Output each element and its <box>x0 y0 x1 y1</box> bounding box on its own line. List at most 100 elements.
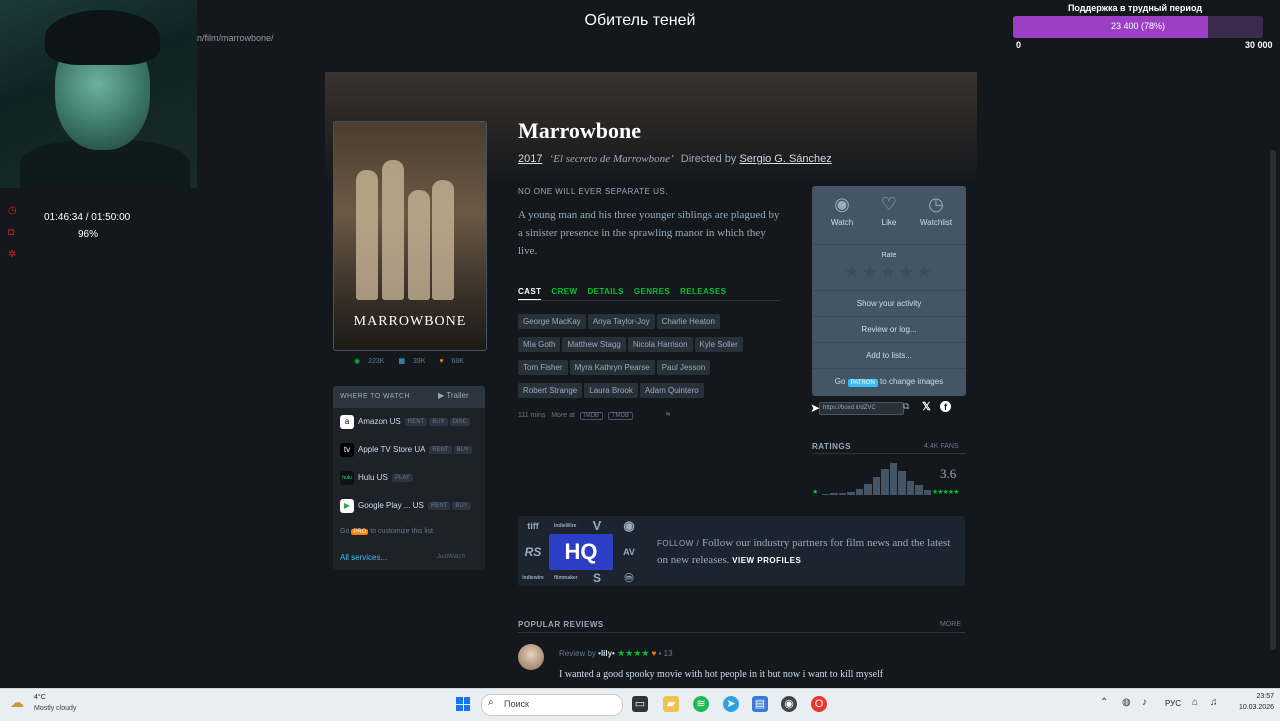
comment-icon: ▪ <box>658 649 662 658</box>
tray-chevron-icon[interactable]: ⌃ <box>1100 697 1108 708</box>
cast-member[interactable]: Tom Fisher <box>518 360 568 375</box>
task-view-icon[interactable]: ▭ <box>632 696 648 712</box>
weather-description[interactable]: Mostly cloudy <box>34 705 76 712</box>
service-tag[interactable]: RENT <box>429 446 452 454</box>
service-tag[interactable]: RENT <box>404 418 428 426</box>
copy-icon[interactable]: ⧉ <box>903 401 909 412</box>
microphone-icon[interactable]: ♪ <box>1142 697 1147 708</box>
review-author-link[interactable]: •lily• <box>598 649 615 658</box>
tmdb-link[interactable]: TMDB <box>607 412 633 420</box>
histogram-bar[interactable] <box>830 493 838 495</box>
language-indicator[interactable]: РУС <box>1165 699 1181 708</box>
director-link[interactable]: Sergio G. Sánchez <box>739 153 831 165</box>
watchlist-button[interactable]: ◷ Watchlist <box>912 194 960 227</box>
cast-member[interactable]: Nicola Harrison <box>627 337 693 352</box>
tab-details[interactable]: DETAILS <box>587 287 623 296</box>
histogram-bar[interactable] <box>881 469 889 495</box>
weather-temperature[interactable]: 4°C <box>34 694 46 701</box>
service-row-apple-tv[interactable]: tv Apple TV Store UA RENT BUY <box>340 443 480 457</box>
service-row-hulu[interactable]: hulu Hulu US PLAY <box>340 471 480 485</box>
pro-badge[interactable]: PRO <box>351 529 369 535</box>
cast-member[interactable]: Matthew Stagg <box>562 337 626 352</box>
app-icon[interactable]: ▤ <box>752 696 768 712</box>
x-share-icon[interactable]: 𝕏 <box>922 400 931 413</box>
likes-stat[interactable]: ♥ 68K <box>436 358 467 365</box>
avatar[interactable] <box>518 644 544 670</box>
spotify-icon[interactable]: ≋ <box>693 696 709 712</box>
film-poster[interactable]: MARROWBONE <box>333 121 487 351</box>
histogram-bar[interactable] <box>906 480 915 495</box>
tab-cast[interactable]: CAST <box>518 287 542 300</box>
cast-member[interactable]: Charlie Heaton <box>656 314 720 329</box>
cast-member[interactable]: Mia Goth <box>518 337 561 352</box>
watched-stat[interactable]: ◉ 223K <box>351 358 387 365</box>
histogram-bar[interactable] <box>923 490 931 495</box>
like-button[interactable]: ♡ Like <box>865 194 913 227</box>
wifi-icon[interactable]: ⌂ <box>1192 697 1198 708</box>
clock-date[interactable]: 10.03.2026 <box>1230 704 1274 711</box>
patron-badge[interactable]: PATRON <box>847 379 878 387</box>
ratings-fans[interactable]: 4.4K FANS <box>924 443 959 450</box>
obs-icon[interactable]: ◉ <box>781 696 797 712</box>
share-url-field[interactable]: https://boxd.it/dZVC <box>819 402 904 415</box>
cast-member[interactable]: Kyle Soller <box>694 337 743 352</box>
service-tag[interactable]: DISC <box>449 418 470 426</box>
histogram-bar[interactable] <box>855 488 864 495</box>
clock-time[interactable]: 23:57 <box>1248 693 1274 700</box>
tab-genres[interactable]: GENRES <box>634 287 670 296</box>
partners-description: Follow our industry partners for film ne… <box>657 537 951 566</box>
add-to-lists-button[interactable]: Add to lists... <box>812 342 966 368</box>
cast-member[interactable]: Myra Kathryn Pearse <box>569 360 655 375</box>
histogram-bar[interactable] <box>872 477 881 495</box>
histogram-bar[interactable] <box>915 485 923 495</box>
opera-icon[interactable]: O <box>811 696 827 712</box>
facebook-share-icon[interactable]: f <box>940 401 951 412</box>
taskbar-search-input[interactable] <box>481 694 623 716</box>
histogram-bar[interactable] <box>822 493 830 495</box>
view-profiles-link[interactable]: VIEW PROFILES <box>732 556 801 565</box>
volume-icon[interactable]: ♫ <box>1210 697 1218 708</box>
where-to-watch-panel: WHERE TO WATCH ▶ Trailer a Amazon US RENT… <box>333 386 485 570</box>
imdb-link[interactable]: IMDB <box>579 412 603 420</box>
histogram-bar[interactable] <box>838 493 847 495</box>
service-tag[interactable]: PLAY <box>392 474 413 482</box>
cast-member[interactable]: Robert Strange <box>518 383 583 398</box>
film-year-link[interactable]: 2017 <box>518 153 542 165</box>
cast-member[interactable]: Laura Brook <box>584 383 638 398</box>
weather-icon[interactable]: ☁ <box>10 694 28 712</box>
flag-icon[interactable]: ⚑ <box>665 412 671 419</box>
start-button-icon[interactable] <box>456 697 470 711</box>
service-row-amazon[interactable]: a Amazon US RENT BUY DISC <box>340 415 480 429</box>
histogram-bar[interactable] <box>898 471 906 495</box>
review-text[interactable]: I wanted a good spooky movie with hot pe… <box>559 669 883 680</box>
page-scrollbar[interactable] <box>1270 150 1276 650</box>
review-log-button[interactable]: Review or log... <box>812 316 966 342</box>
trailer-link[interactable]: ▶ Trailer <box>438 391 469 400</box>
service-tag[interactable]: BUY <box>452 502 471 510</box>
service-tag[interactable]: BUY <box>453 446 472 454</box>
watch-button[interactable]: ◉ Watch <box>818 194 866 227</box>
network-icon[interactable]: ◍ <box>1122 697 1131 708</box>
justwatch-logo[interactable]: JustWatch <box>437 554 481 560</box>
histogram-bar[interactable] <box>847 491 855 495</box>
cast-member[interactable]: Anya Taylor-Joy <box>587 314 655 329</box>
telegram-icon[interactable]: ➤ <box>723 696 739 712</box>
cast-member[interactable]: George MacKay <box>518 314 586 329</box>
file-explorer-icon[interactable]: ▰ <box>663 696 679 712</box>
service-tag[interactable]: RENT <box>428 502 451 510</box>
lists-stat[interactable]: ▦ 39K <box>395 358 428 365</box>
service-tag[interactable]: BUY <box>429 418 448 426</box>
review-comment-count[interactable]: 13 <box>664 649 673 658</box>
service-row-google-play[interactable]: ▶ Google Play ... US RENT BUY <box>340 499 480 513</box>
change-images-row[interactable]: Go PATRON to change images <box>812 368 966 394</box>
histogram-bar[interactable] <box>864 483 872 495</box>
tab-releases[interactable]: RELEASES <box>680 287 726 296</box>
reviews-more-link[interactable]: MORE <box>940 621 961 628</box>
cast-member[interactable]: Adam Quintero <box>639 383 704 398</box>
cast-member[interactable]: Paul Jesson <box>656 360 711 375</box>
tab-crew[interactable]: CREW <box>551 287 577 296</box>
histogram-bar[interactable] <box>889 463 898 495</box>
rating-stars-input[interactable]: ★★★★★ <box>812 262 966 283</box>
average-rating[interactable]: 3.6 <box>940 466 956 482</box>
show-activity-button[interactable]: Show your activity <box>812 290 966 316</box>
